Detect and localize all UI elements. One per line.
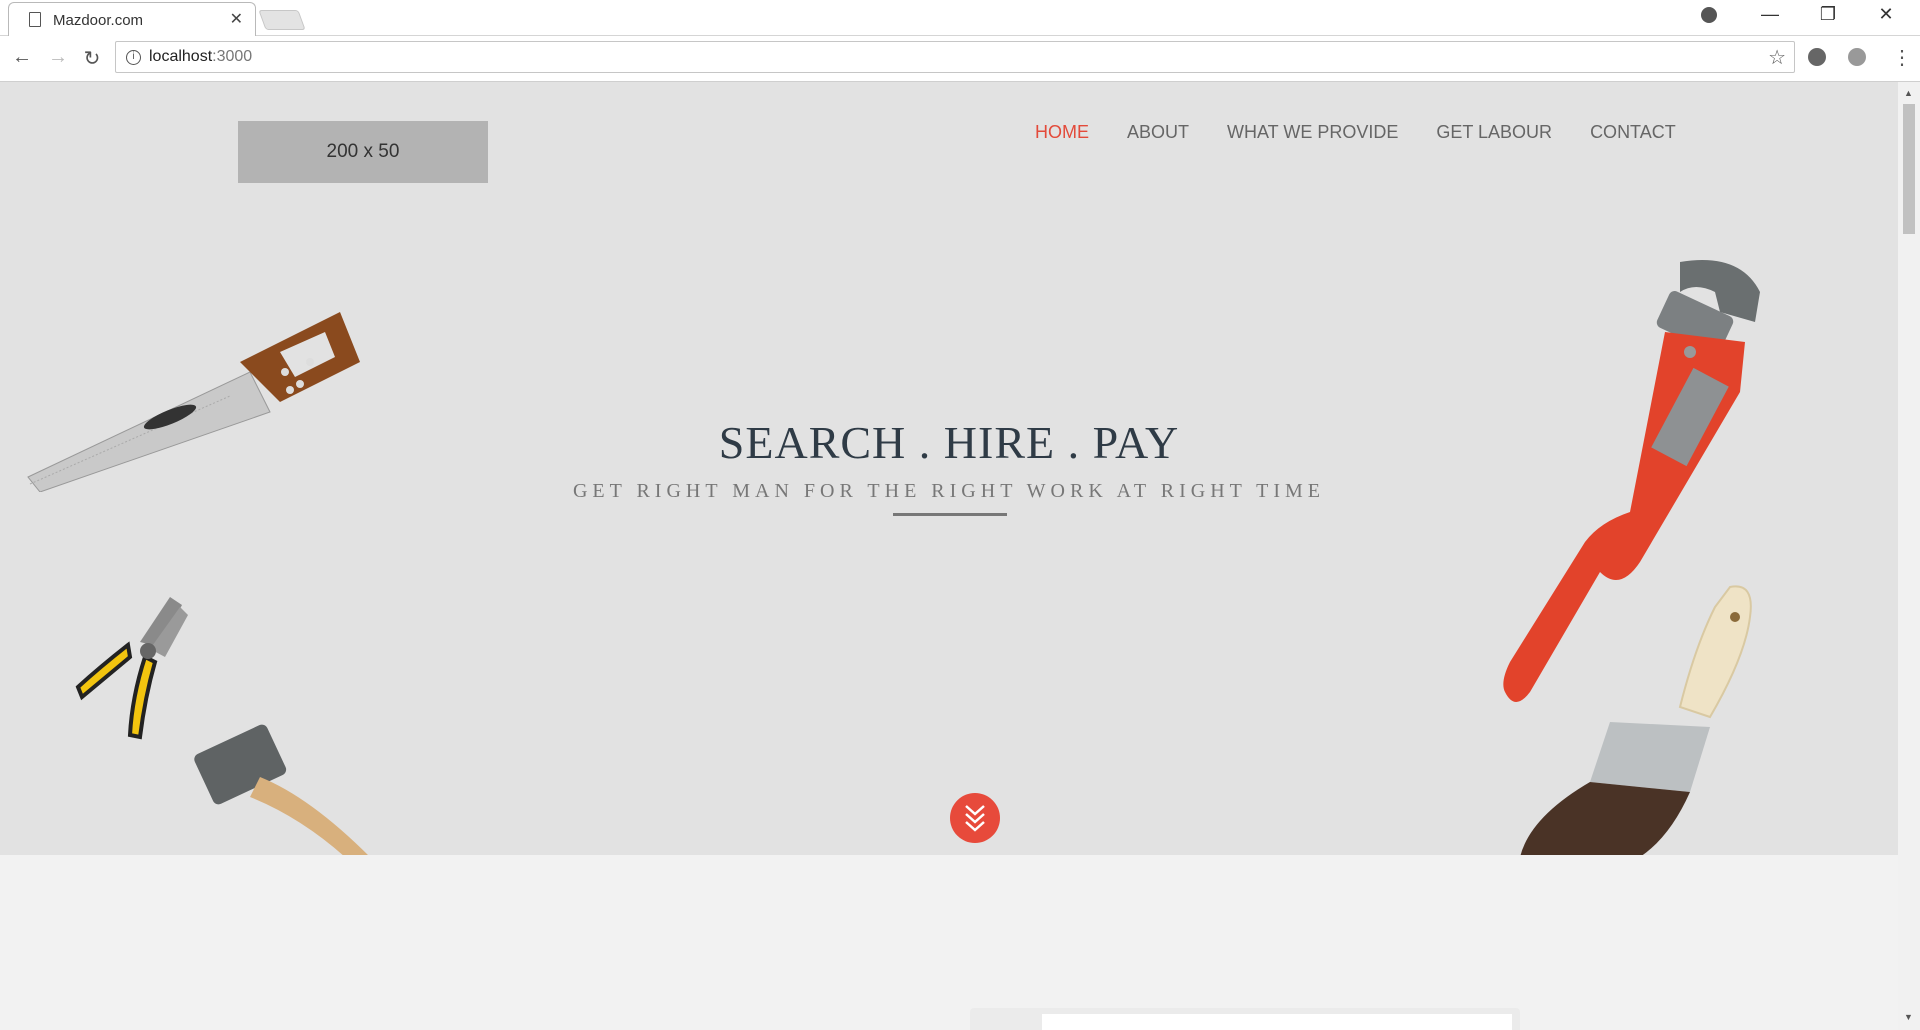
embedded-widget[interactable] bbox=[970, 1008, 1520, 1030]
scroll-thumb[interactable] bbox=[1903, 104, 1915, 234]
scroll-down-arrow-icon[interactable]: ▼ bbox=[1904, 1012, 1913, 1022]
bookmark-star-icon[interactable]: ☆ bbox=[1768, 45, 1786, 70]
reload-icon[interactable]: ↻ bbox=[78, 46, 106, 71]
nav-about[interactable]: ABOUT bbox=[1127, 122, 1189, 152]
tab-title: Mazdoor.com bbox=[53, 12, 144, 29]
logo-placeholder[interactable]: 200 x 50 bbox=[238, 121, 488, 183]
minimize-icon[interactable]: — bbox=[1750, 4, 1790, 25]
url-port: :3000 bbox=[212, 48, 253, 65]
chevrons-down-icon bbox=[965, 805, 985, 832]
scroll-up-icon[interactable]: ▲ bbox=[1904, 88, 1913, 98]
web-page: 200 x 50 HOME ABOUT WHAT WE PROVIDE GET … bbox=[0, 82, 1898, 1030]
address-bar[interactable]: i localhost:3000 ☆ bbox=[115, 41, 1795, 73]
widget-input[interactable] bbox=[1042, 1014, 1512, 1030]
maximize-icon[interactable]: ❐ bbox=[1808, 4, 1848, 25]
hammer-icon bbox=[194, 724, 370, 857]
browser-toolbar: ← → ↻ i localhost:3000 ☆ ⋮ bbox=[0, 36, 1920, 82]
url-host: localhost bbox=[149, 48, 213, 65]
page-scrollbar[interactable]: ▲ ▼ bbox=[1898, 82, 1920, 1030]
paint-brush-icon bbox=[1520, 585, 1752, 857]
browser-tab[interactable]: Mazdoor.com ✕ bbox=[8, 2, 256, 36]
lower-section bbox=[0, 855, 1898, 1030]
nav-contact[interactable]: CONTACT bbox=[1590, 122, 1676, 152]
pliers-icon bbox=[75, 597, 188, 740]
close-window-icon[interactable]: ✕ bbox=[1866, 4, 1906, 25]
nav-what-we-provide[interactable]: WHAT WE PROVIDE bbox=[1227, 122, 1398, 152]
extension-icon[interactable] bbox=[1848, 48, 1866, 66]
browser-menu-icon[interactable]: ⋮ bbox=[1892, 45, 1912, 70]
hero-section: 200 x 50 HOME ABOUT WHAT WE PROVIDE GET … bbox=[0, 82, 1898, 857]
tab-close-icon[interactable]: ✕ bbox=[230, 9, 243, 29]
profile-icon[interactable] bbox=[1701, 7, 1717, 23]
forward-icon[interactable]: → bbox=[44, 46, 72, 69]
browser-tab-bar: Mazdoor.com ✕ — ❐ ✕ bbox=[0, 0, 1920, 36]
headline-underline bbox=[893, 513, 1007, 516]
info-icon[interactable]: i bbox=[126, 50, 141, 65]
hero-headline: SEARCH . HIRE . PAY bbox=[718, 417, 1180, 468]
scroll-down-button[interactable] bbox=[950, 793, 1000, 843]
main-nav: HOME ABOUT WHAT WE PROVIDE GET LABOUR CO… bbox=[1035, 122, 1676, 152]
page-icon bbox=[29, 12, 41, 27]
url-text: localhost:3000 bbox=[149, 48, 252, 66]
hero-subline: GET RIGHT MAN FOR THE RIGHT WORK AT RIGH… bbox=[572, 480, 1326, 502]
extension-icon[interactable] bbox=[1808, 48, 1826, 66]
nav-get-labour[interactable]: GET LABOUR bbox=[1436, 122, 1552, 152]
back-icon[interactable]: ← bbox=[8, 46, 36, 69]
new-tab-button[interactable] bbox=[258, 10, 306, 30]
nav-home[interactable]: HOME bbox=[1035, 122, 1089, 152]
